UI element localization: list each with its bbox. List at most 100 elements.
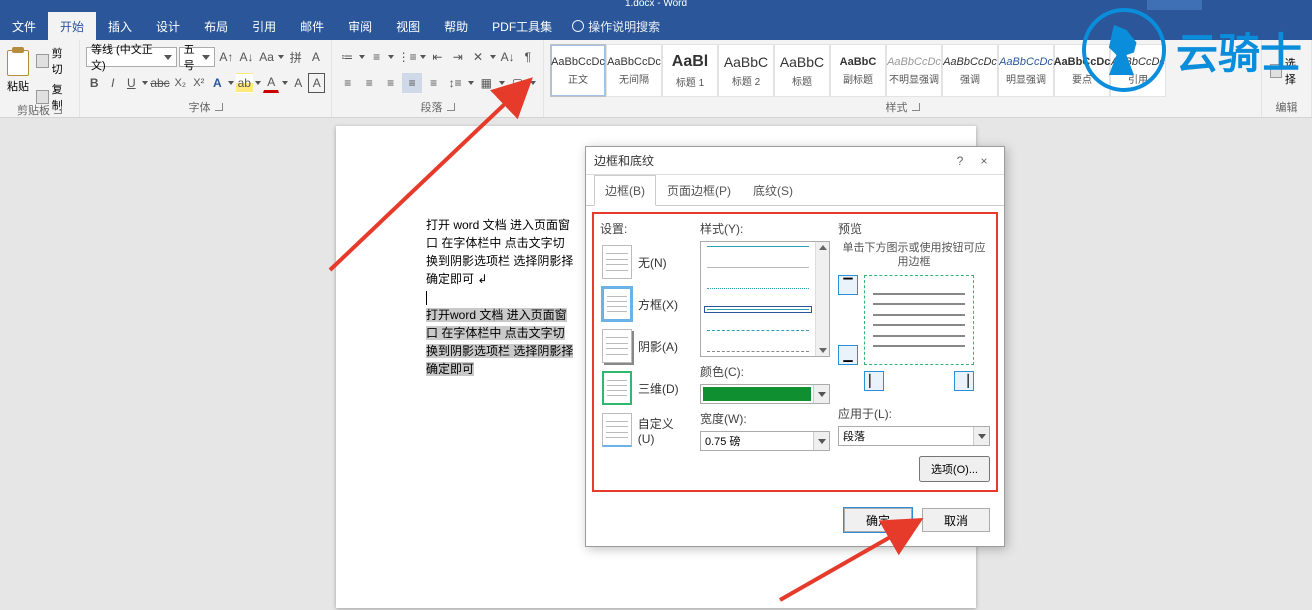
edge-left-button[interactable]: ▏ xyxy=(864,371,884,391)
style-title[interactable]: AaBbC标题 xyxy=(774,44,830,97)
preset-box[interactable]: 方框(X) xyxy=(600,283,692,325)
char-border-button[interactable]: A xyxy=(308,73,325,93)
dialog-tab-shading[interactable]: 底纹(S) xyxy=(742,175,804,206)
tab-home[interactable]: 开始 xyxy=(48,12,96,41)
chevron-down-icon[interactable] xyxy=(813,385,829,403)
dialog-launcher-icon[interactable] xyxy=(54,106,62,114)
decrease-indent-button[interactable]: ⇤ xyxy=(428,47,446,67)
preset-none[interactable]: 无(N) xyxy=(600,241,692,283)
tell-me-search[interactable]: 操作说明搜索 xyxy=(572,18,660,35)
align-left-button[interactable]: ≡ xyxy=(338,73,357,93)
bullets-button[interactable]: ≔ xyxy=(338,47,356,67)
change-case-button[interactable]: Aa xyxy=(258,47,276,67)
preset-shadow[interactable]: 阴影(A) xyxy=(600,325,692,367)
increase-indent-button[interactable]: ⇥ xyxy=(449,47,467,67)
edge-bottom-button[interactable]: ▁ xyxy=(838,345,858,365)
dialog-launcher-icon[interactable] xyxy=(912,103,920,111)
edge-right-button[interactable]: ▕ xyxy=(954,371,974,391)
align-center-button[interactable]: ≡ xyxy=(359,73,378,93)
underline-button[interactable]: U xyxy=(123,73,140,93)
phonetic-guide-button[interactable]: 拼 xyxy=(287,47,305,67)
cancel-button[interactable]: 取消 xyxy=(922,508,990,532)
distribute-button[interactable]: ≡ xyxy=(424,73,443,93)
style-line-solid[interactable] xyxy=(707,246,809,247)
dialog-launcher-icon[interactable] xyxy=(215,103,223,111)
account-button[interactable] xyxy=(1147,0,1202,10)
style-no-spacing[interactable]: AaBbCcDc无间隔 xyxy=(606,44,662,97)
tab-help[interactable]: 帮助 xyxy=(432,12,480,41)
numbering-button[interactable]: ≡ xyxy=(368,47,386,67)
shrink-font-button[interactable]: A↓ xyxy=(237,47,255,67)
tab-mailings[interactable]: 邮件 xyxy=(288,12,336,41)
tab-pdf[interactable]: PDF工具集 xyxy=(480,12,564,41)
chevron-down-icon[interactable] xyxy=(142,73,148,93)
chevron-down-icon[interactable] xyxy=(529,73,537,93)
dialog-help-button[interactable]: ? xyxy=(948,154,972,168)
tab-design[interactable]: 设计 xyxy=(144,12,192,41)
sort-button[interactable]: A↓ xyxy=(498,47,516,67)
highlight-button[interactable]: ab xyxy=(236,73,253,93)
chevron-down-icon[interactable] xyxy=(388,47,395,67)
style-heading1[interactable]: AaBl标题 1 xyxy=(662,44,718,97)
ok-button[interactable]: 确定 xyxy=(844,508,912,532)
shading-button[interactable]: ▦ xyxy=(477,73,496,93)
font-name-combo[interactable]: 等线 (中文正文) xyxy=(86,47,177,67)
dialog-tab-border[interactable]: 边框(B) xyxy=(594,175,656,206)
tab-layout[interactable]: 布局 xyxy=(192,12,240,41)
borders-button[interactable]: ▢ xyxy=(508,73,527,93)
dialog-tab-page-border[interactable]: 页面边框(P) xyxy=(656,175,742,206)
chevron-down-icon[interactable] xyxy=(255,73,261,93)
style-line-dash2[interactable] xyxy=(707,351,809,352)
justify-button[interactable]: ≡ xyxy=(402,73,421,93)
bold-button[interactable]: B xyxy=(86,73,103,93)
line-spacing-button[interactable]: ↕≡ xyxy=(445,73,464,93)
superscript-button[interactable]: X² xyxy=(191,73,208,93)
preset-3d[interactable]: 三维(D) xyxy=(600,367,692,409)
style-intense-emph[interactable]: AaBbCcDc明显强调 xyxy=(998,44,1054,97)
dialog-close-button[interactable]: × xyxy=(972,154,996,168)
style-line-thin[interactable] xyxy=(707,267,809,268)
dialog-launcher-icon[interactable] xyxy=(447,103,455,111)
style-strong[interactable]: AaBbCcDc要点 xyxy=(1054,44,1110,97)
color-picker[interactable] xyxy=(700,384,830,404)
select-button[interactable]: 选择 xyxy=(1268,54,1305,88)
style-line-dotted[interactable] xyxy=(707,288,809,289)
apply-to-select[interactable]: 段落 xyxy=(838,426,990,446)
font-size-combo[interactable]: 五号 xyxy=(179,47,216,67)
paste-button[interactable]: 粘贴 xyxy=(6,44,30,100)
tab-references[interactable]: 引用 xyxy=(240,12,288,41)
show-marks-button[interactable]: ¶ xyxy=(519,47,537,67)
chevron-down-icon[interactable] xyxy=(813,432,829,450)
tab-file[interactable]: 文件 xyxy=(0,12,48,41)
chevron-down-icon[interactable] xyxy=(419,47,426,67)
options-button[interactable]: 选项(O)... xyxy=(919,456,990,482)
chevron-down-icon[interactable] xyxy=(228,73,234,93)
preview-paragraph[interactable] xyxy=(864,275,974,365)
tab-review[interactable]: 审阅 xyxy=(336,12,384,41)
asian-layout-button[interactable]: ✕ xyxy=(469,47,487,67)
chevron-down-icon[interactable] xyxy=(281,73,287,93)
chevron-down-icon[interactable] xyxy=(973,427,989,445)
style-subtitle[interactable]: AaBbC副标题 xyxy=(830,44,886,97)
chevron-down-icon[interactable] xyxy=(498,73,506,93)
chevron-down-icon[interactable] xyxy=(358,47,365,67)
chevron-down-icon[interactable] xyxy=(467,73,475,93)
chevron-down-icon[interactable] xyxy=(489,47,496,67)
multilevel-button[interactable]: ⋮≡ xyxy=(397,47,417,67)
font-color-button[interactable]: A xyxy=(263,73,280,93)
style-normal[interactable]: AaBbCcDc正文 xyxy=(550,44,606,97)
char-shading-button[interactable]: A xyxy=(290,73,307,93)
preset-custom[interactable]: 自定义(U) xyxy=(600,409,692,451)
style-heading2[interactable]: AaBbC标题 2 xyxy=(718,44,774,97)
edge-top-button[interactable]: ▔ xyxy=(838,275,858,295)
align-right-button[interactable]: ≡ xyxy=(381,73,400,93)
style-emphasis[interactable]: AaBbCcDc强调 xyxy=(942,44,998,97)
style-quote[interactable]: AaBbCcDc引用 xyxy=(1110,44,1166,97)
cut-button[interactable]: 剪切 xyxy=(34,44,73,78)
border-style-list[interactable] xyxy=(700,241,830,357)
style-line-dashed[interactable] xyxy=(707,330,809,331)
text-effects-button[interactable]: A xyxy=(209,73,226,93)
style-scrollbar[interactable] xyxy=(815,242,829,356)
grow-font-button[interactable]: A↑ xyxy=(217,47,235,67)
enclose-char-button[interactable]: A xyxy=(307,47,325,67)
